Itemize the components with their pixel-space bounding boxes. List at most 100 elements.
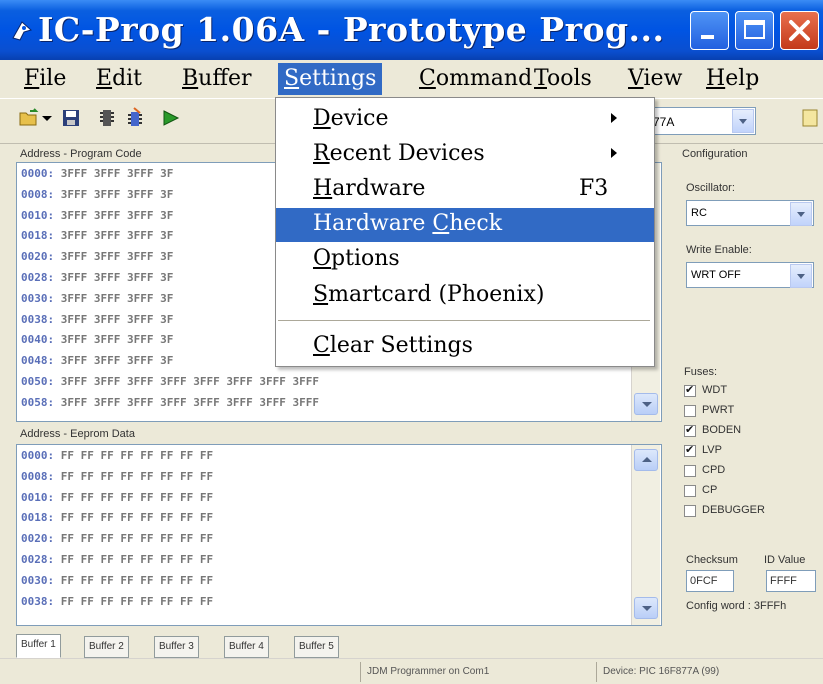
save-icon[interactable] (60, 107, 82, 129)
eeprom-scrollbar[interactable] (631, 445, 660, 625)
oscillator-dropdown-button[interactable] (790, 202, 812, 226)
configuration-title: Configuration (682, 148, 748, 160)
run-icon[interactable] (160, 107, 182, 129)
oscillator-select[interactable]: RC (686, 200, 814, 226)
program-row-address: 0040: (21, 333, 55, 347)
eeprom-row-gap (54, 449, 61, 462)
menu-tools-label: ools (546, 66, 592, 91)
eeprom-row-data: FF FF FF FF FF FF FF FF (60, 573, 214, 587)
smartcard-label: martcard (Phoenix) (328, 282, 545, 307)
close-button[interactable] (780, 11, 819, 50)
checkbox-unchecked-icon[interactable] (684, 465, 696, 477)
device-select[interactable]: 77A (646, 107, 756, 135)
hardware-check-label: heck (449, 211, 503, 236)
fuse-label: LVP (702, 444, 722, 456)
menu-bar: File Edit Buffer Settings Command Tools … (0, 60, 823, 98)
checksum-label: Checksum (686, 554, 738, 566)
minimize-button[interactable] (690, 11, 729, 50)
menu-command[interactable]: Command (413, 63, 538, 95)
open-file-icon[interactable] (18, 107, 40, 129)
chevron-down-icon[interactable] (40, 107, 54, 129)
maximize-icon (744, 20, 765, 39)
eeprom-data-area[interactable]: 0000: FF FF FF FF FF FF FF FF 0008: FF FF… (16, 444, 662, 626)
menu-item-device[interactable]: Device (276, 103, 654, 137)
program-row-address: 0000: (21, 167, 55, 180)
checksum-field[interactable]: 0FCF (686, 570, 734, 592)
menu-edit-mnemonic: E (96, 66, 113, 91)
scroll-down-button[interactable] (634, 393, 658, 415)
checkbox-checked-icon[interactable] (684, 423, 696, 437)
tab-buffer-5[interactable]: Buffer 5 (294, 636, 339, 658)
eeprom-row-address: 0020: (21, 532, 55, 546)
menu-item-options[interactable]: Options (276, 243, 654, 277)
program-row-data: 3FFF 3FFF 3FFF 3FFF 3FFF 3FFF 3FFF 3FFF (60, 395, 320, 409)
checkbox-unchecked-icon[interactable] (684, 485, 696, 497)
configuration-panel: Configuration Oscillator: RC Write Enabl… (678, 142, 823, 632)
menu-file[interactable]: File (18, 63, 72, 95)
fuse-label: WDT (702, 384, 728, 396)
menu-help[interactable]: Help (700, 63, 765, 95)
fuse-label: CP (702, 484, 718, 496)
device-select-dropdown-button[interactable] (732, 109, 754, 133)
hardware-check-mnemonic: C (432, 211, 450, 236)
menu-view[interactable]: View (622, 63, 688, 95)
tab-buffer-2[interactable]: Buffer 2 (84, 636, 129, 658)
write-enable-dropdown-button[interactable] (790, 264, 812, 288)
checkbox-unchecked-icon[interactable] (684, 505, 696, 517)
program-row: 0028: 3FFF 3FFF 3FFF 3F (21, 271, 173, 284)
checkbox-checked-icon[interactable] (684, 383, 696, 397)
minimize-icon (701, 35, 714, 39)
menu-tools[interactable]: Tools (528, 63, 598, 95)
window-title: IC-Prog 1.06A - Prototype Prog... (38, 10, 665, 49)
menu-buffer[interactable]: Buffer (176, 63, 258, 95)
menu-item-hardware-check[interactable]: Hardware Check (276, 208, 654, 242)
scroll-up-button[interactable] (634, 449, 658, 471)
id-value-field[interactable]: FFFF (766, 570, 816, 592)
program-row-data: 3FFF 3FFF 3FFF 3F (60, 291, 174, 305)
menu-command-mnemonic: C (419, 66, 436, 91)
write-enable-select[interactable]: WRT OFF (686, 262, 814, 288)
eeprom-row: 0030: FF FF FF FF FF FF FF FF (21, 574, 213, 587)
menu-edit[interactable]: Edit (90, 63, 148, 95)
program-row-data: 3FFF 3FFF 3FFF 3F (60, 187, 174, 201)
settings-menu: Device Recent Devices Hardware F3 Hardwa… (275, 97, 655, 367)
status-programmer: JDM Programmer on Com1 (360, 662, 587, 682)
program-row-gap (54, 209, 61, 222)
chip-program-icon[interactable] (124, 107, 146, 129)
checkbox-unchecked-icon[interactable] (684, 405, 696, 417)
checkbox-checked-icon[interactable] (684, 443, 696, 457)
menu-help-mnemonic: H (706, 66, 726, 91)
id-value-label: ID Value (764, 554, 806, 566)
write-enable-label: Write Enable: (686, 244, 752, 256)
menu-item-recent-devices[interactable]: Recent Devices (276, 138, 654, 172)
program-row-data: 3FFF 3FFF 3FFF 3F (60, 229, 174, 243)
eeprom-data-label: Address - Eeprom Data (20, 428, 135, 440)
clear-settings-label: lear Settings (329, 333, 473, 358)
menu-item-smartcard[interactable]: Smartcard (Phoenix) (276, 279, 654, 313)
recent-devices-mnemonic: R (313, 141, 330, 166)
menu-settings[interactable]: Settings (278, 63, 383, 95)
menu-item-hardware[interactable]: Hardware F3 (276, 173, 654, 207)
program-row-gap (54, 229, 61, 242)
chip-read-icon[interactable] (96, 107, 118, 129)
program-row: 0048: 3FFF 3FFF 3FFF 3F (21, 354, 173, 367)
tab-buffer-3[interactable]: Buffer 3 (154, 636, 199, 658)
program-row-data: 3FFF 3FFF 3FFF 3F (60, 167, 174, 180)
fuse-label: PWRT (702, 404, 735, 416)
tab-buffer-4[interactable]: Buffer 4 (224, 636, 269, 658)
eeprom-row-gap (54, 595, 61, 608)
eeprom-row-gap (54, 574, 61, 587)
info-icon[interactable] (800, 107, 822, 129)
program-row: 0038: 3FFF 3FFF 3FFF 3F (21, 313, 173, 326)
config-word-label: Config word : 3FFFh (686, 600, 787, 612)
write-enable-value: WRT OFF (691, 269, 741, 281)
eeprom-row-data: FF FF FF FF FF FF FF FF (60, 511, 214, 525)
tab-buffer-1[interactable]: Buffer 1 (16, 634, 61, 658)
title-bar[interactable]: IC-Prog 1.06A - Prototype Prog... (0, 0, 823, 60)
scroll-down-button[interactable] (634, 597, 658, 619)
maximize-button[interactable] (735, 11, 774, 50)
menu-item-clear-settings[interactable]: Clear Settings (276, 330, 654, 364)
eeprom-row-gap (54, 491, 61, 504)
eeprom-row-address: 0038: (21, 594, 55, 608)
eeprom-row-data: FF FF FF FF FF FF FF FF (60, 449, 214, 462)
